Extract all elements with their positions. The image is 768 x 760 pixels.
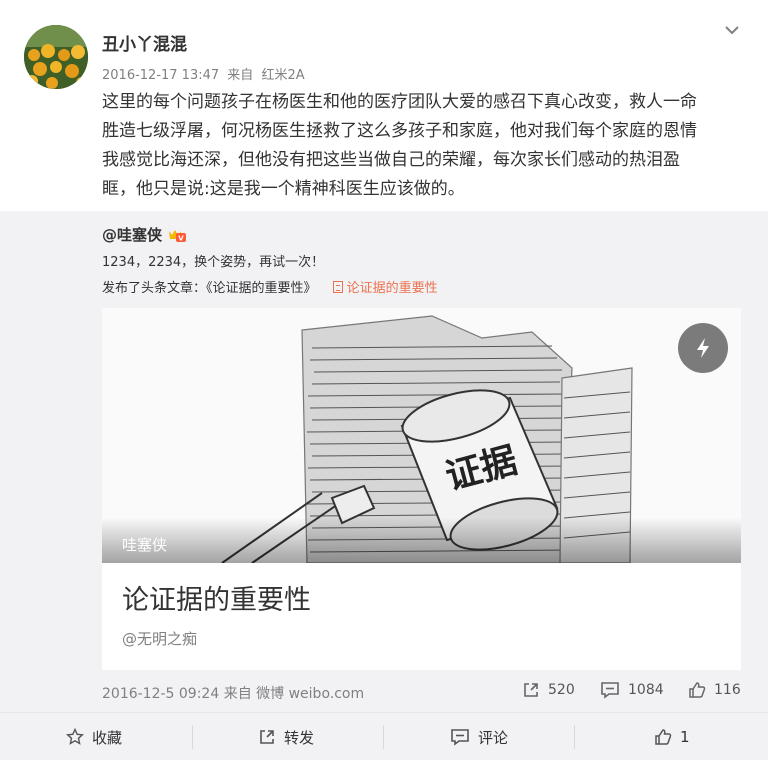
repost-time[interactable]: 2016-12-5 09:24 xyxy=(102,686,219,702)
repost-footer: 2016-12-5 09:24 来自 微博 weibo.com 520 1084 xyxy=(102,681,741,703)
toolbar-divider xyxy=(383,725,384,749)
repost-text: 1234，2234，换个姿势，再试一次！ xyxy=(102,255,325,270)
favorite-label: 收藏 xyxy=(92,728,123,747)
post-body-line: 这里的每个问题孩子在杨医生和他的医疗团队大爱的感召下真心改变，救人一命 xyxy=(102,92,697,112)
chevron-down-icon[interactable] xyxy=(720,20,744,40)
cover-author: 哇塞侠 xyxy=(122,536,168,554)
lightning-icon[interactable] xyxy=(678,323,728,373)
post-meta: 2016-12-17 13:47 来自 红米2A xyxy=(102,64,309,83)
thumbs-up-icon xyxy=(689,682,706,698)
like-count-button[interactable]: 116 xyxy=(688,681,741,699)
comment-icon xyxy=(601,682,619,699)
action-toolbar: 收藏 转发 评论 1 xyxy=(0,712,768,760)
repost-article-line: 发布了头条文章：《论证据的重要性》 论证据的重要性 xyxy=(102,277,438,296)
article-link[interactable]: 论证据的重要性 xyxy=(332,281,438,296)
favorite-button[interactable]: 收藏 xyxy=(66,713,122,760)
vip-badge-icon: V xyxy=(166,227,188,243)
svg-text:V: V xyxy=(178,234,184,242)
article-author[interactable]: @无明之痴 xyxy=(122,628,197,649)
toolbar-divider xyxy=(574,725,575,749)
repost-author-name[interactable]: @哇塞侠 xyxy=(102,224,162,245)
repost-article-prefix: 发布了头条文章：《论证据的重要性》 xyxy=(102,281,317,296)
post-time[interactable]: 2016-12-17 13:47 xyxy=(102,68,219,83)
share-icon xyxy=(260,730,274,744)
post-body-line: 胜造七级浮屠，何况杨医生拯救了这么多孩子和家庭，他对我们每个家庭的恩情 xyxy=(102,121,697,141)
repost-author[interactable]: @哇塞侠 V xyxy=(102,224,188,245)
article-title[interactable]: 论证据的重要性 xyxy=(122,578,311,617)
post-body: 这里的每个问题孩子在杨医生和他的医疗团队大爱的感召下真心改变，救人一命 胜造七级… xyxy=(102,88,742,204)
repost-count-button[interactable]: 520 xyxy=(522,681,575,699)
article-link-text[interactable]: 论证据的重要性 xyxy=(347,281,438,296)
avatar[interactable] xyxy=(24,25,88,89)
like-count: 116 xyxy=(714,682,741,698)
like-label: 1 xyxy=(680,728,690,746)
comment-button[interactable]: 评论 xyxy=(450,713,508,760)
comment-count: 1084 xyxy=(628,682,664,698)
article-card[interactable]: 证据 哇塞侠 论证据的重要性 @无明之痴 xyxy=(102,308,741,670)
document-icon xyxy=(332,281,343,293)
post-source-prefix: 来自 xyxy=(227,68,254,83)
repost-source-prefix: 来自 xyxy=(223,686,252,702)
star-icon xyxy=(66,728,84,745)
repost-source: 微博 weibo.com xyxy=(256,686,365,702)
comment-label: 评论 xyxy=(478,728,509,747)
post-body-line: 眶，他只是说:这是我一个精神科医生应该做的。 xyxy=(102,179,465,199)
repost-meta: 2016-12-5 09:24 来自 微博 weibo.com xyxy=(102,683,364,703)
like-button[interactable]: 1 xyxy=(654,713,690,760)
repost-button[interactable]: 转发 xyxy=(258,713,314,760)
comment-icon xyxy=(451,729,469,746)
cover-author-overlay: 哇塞侠 xyxy=(102,517,741,563)
thumbs-up-icon xyxy=(655,729,672,745)
repost-count: 520 xyxy=(548,682,575,698)
weibo-post: 丑小丫混混 2016-12-17 13:47 来自 红米2A 这里的每个问题孩子… xyxy=(0,0,768,712)
reposted-content: @哇塞侠 V 1234，2234，换个姿势，再试一次！ 发布了头条文章：《论证据… xyxy=(0,211,768,712)
toolbar-divider xyxy=(192,725,193,749)
post-device: 红米2A xyxy=(261,68,305,83)
comment-count-button[interactable]: 1084 xyxy=(600,681,664,699)
post-body-line: 我感觉比海还深，但他没有把这些当做自己的荣耀，每次家长们感动的热泪盈 xyxy=(102,150,680,170)
article-cover-image[interactable]: 证据 哇塞侠 xyxy=(102,308,741,563)
repost-label: 转发 xyxy=(284,728,315,747)
share-icon xyxy=(524,683,538,697)
post-username[interactable]: 丑小丫混混 xyxy=(102,30,187,55)
